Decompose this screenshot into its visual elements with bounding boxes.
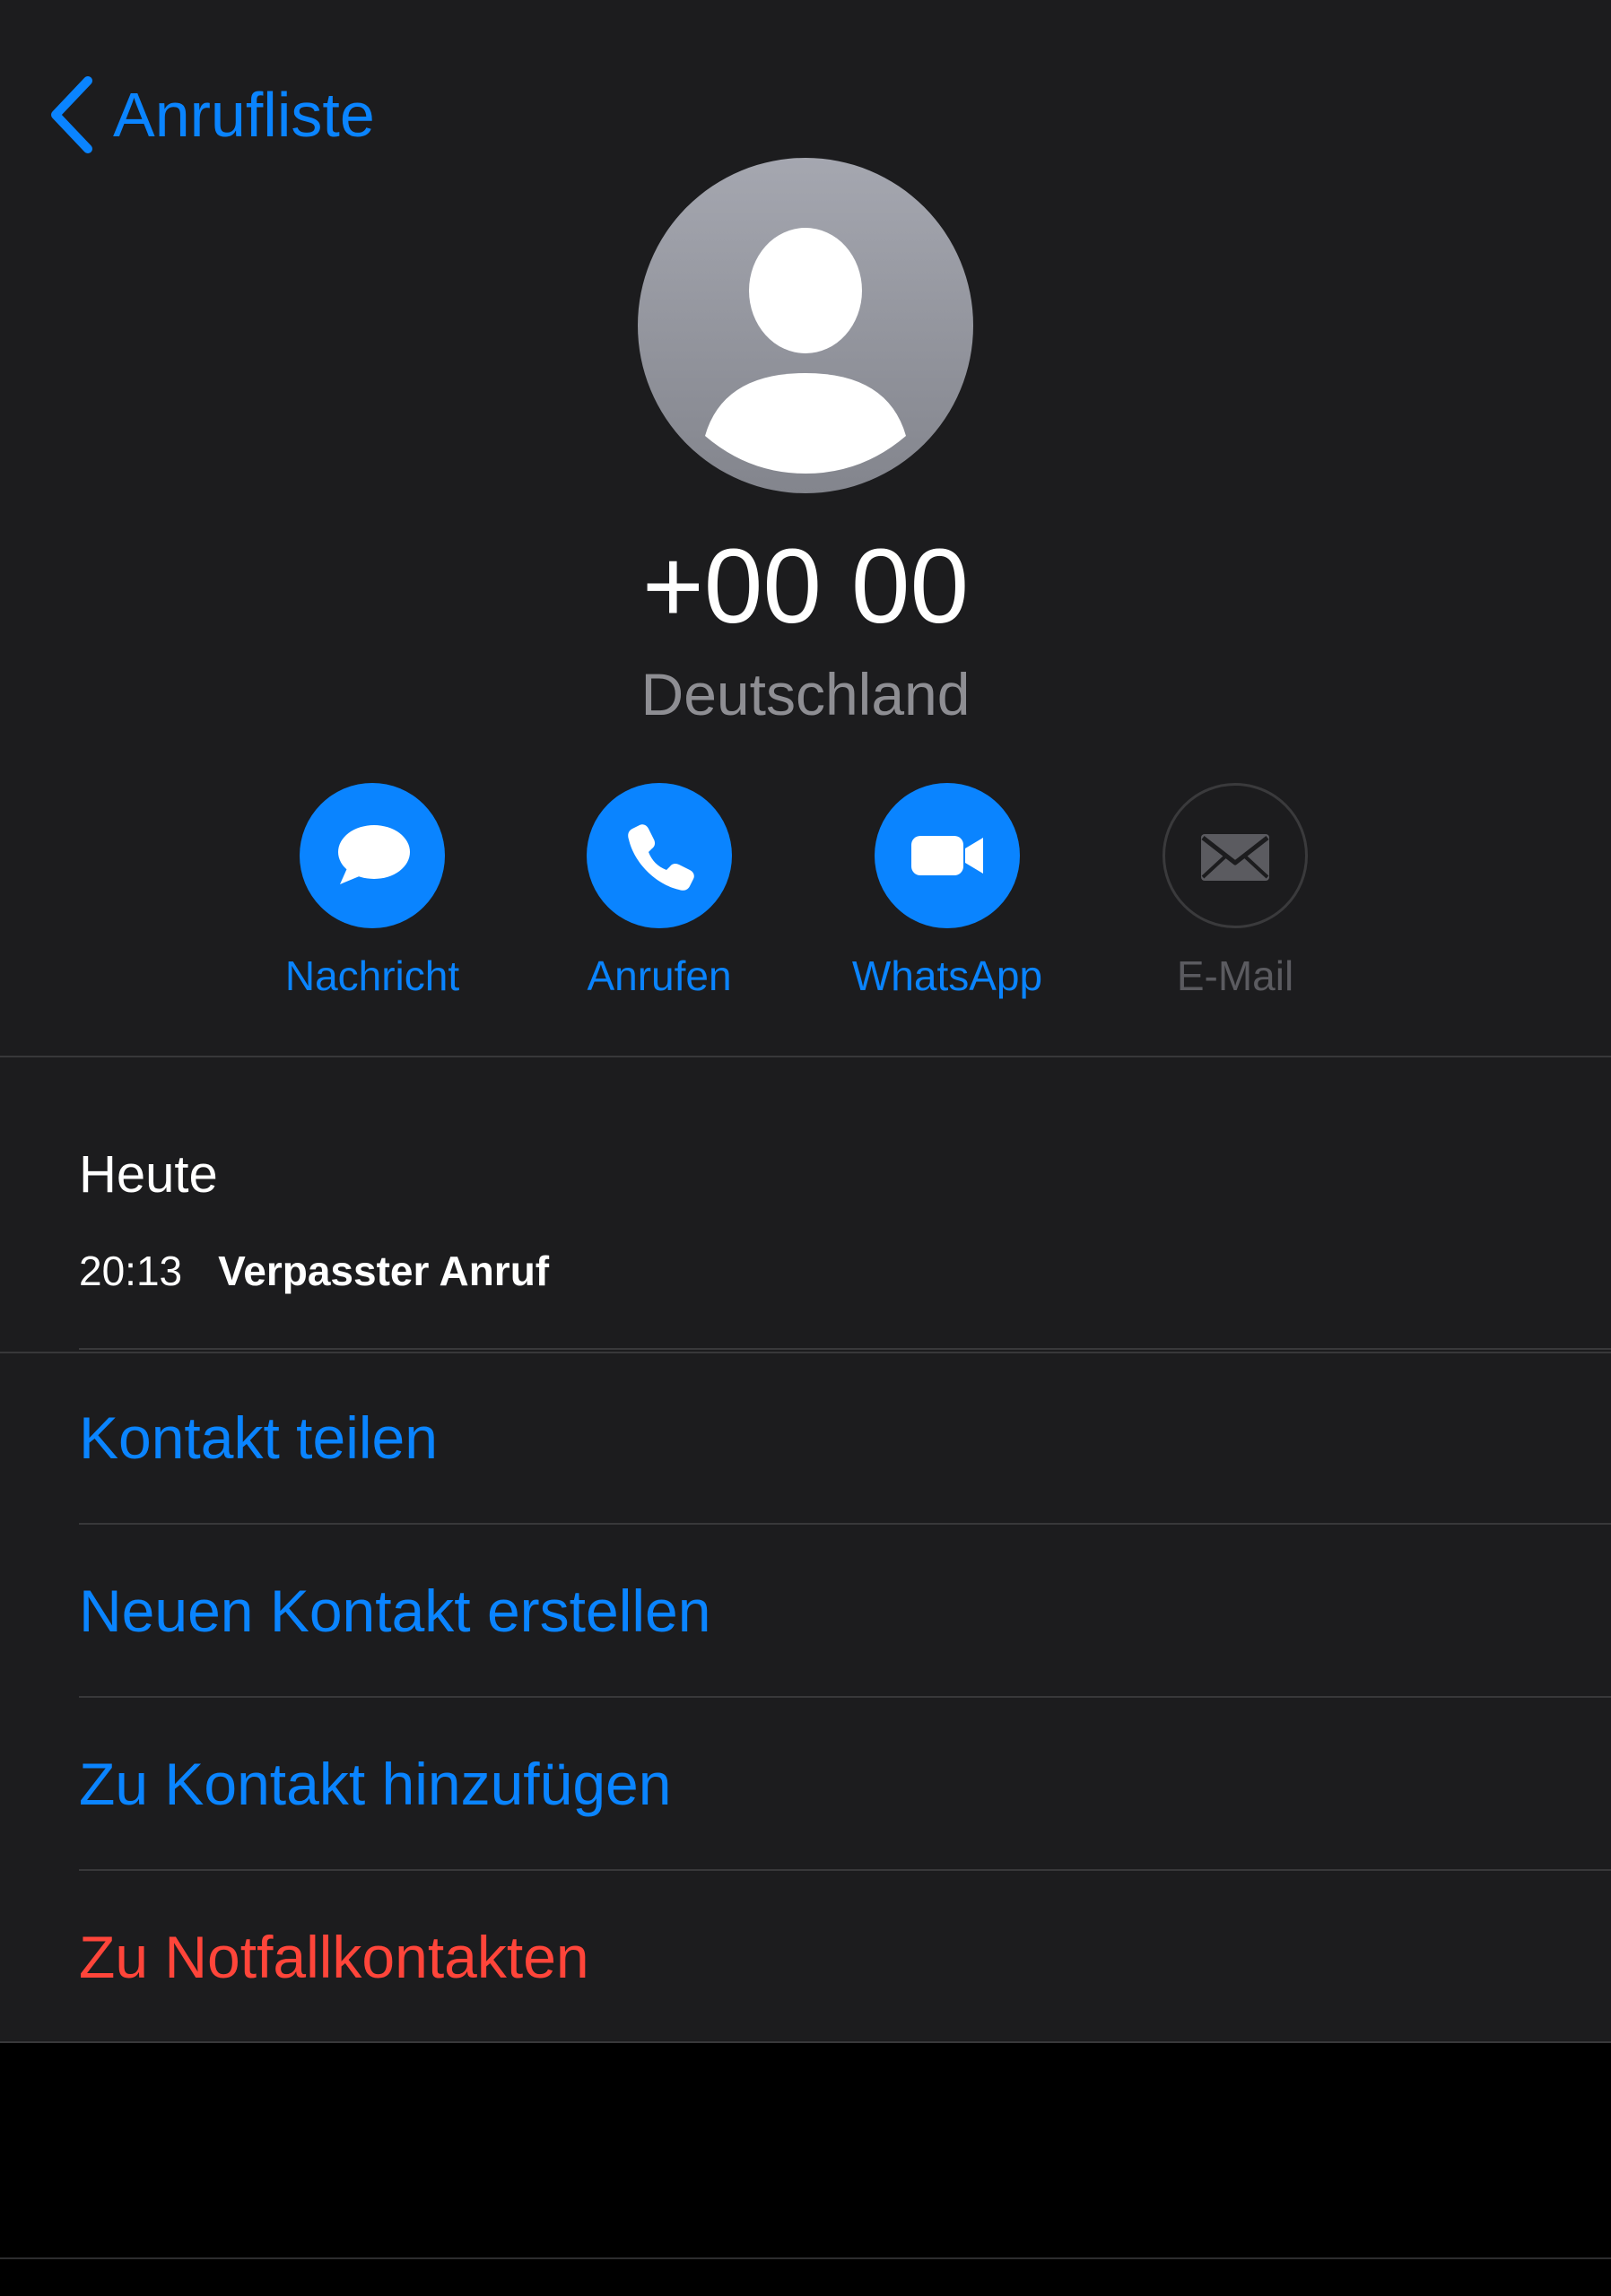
add-to-emergency-contacts-button[interactable]: Zu Notfallkontakten — [79, 1927, 589, 1987]
whatsapp-button[interactable] — [875, 783, 1020, 928]
divider — [79, 1869, 1611, 1871]
history-time: 20:13 — [79, 1248, 183, 1294]
add-to-contact-button[interactable]: Zu Kontakt hinzufügen — [79, 1754, 671, 1813]
message-button[interactable] — [300, 783, 445, 928]
history-call-type: Verpasster Anruf — [218, 1248, 550, 1294]
history-date-title: Heute — [79, 1145, 218, 1204]
back-button[interactable]: Anrufliste — [45, 70, 375, 160]
divider — [0, 1056, 1611, 1057]
email-action: E-Mail — [1119, 783, 1352, 1001]
divider — [79, 1348, 1611, 1350]
share-contact-button[interactable]: Kontakt teilen — [79, 1408, 438, 1467]
phone-icon — [628, 824, 694, 891]
avatar — [638, 158, 973, 493]
back-label: Anrufliste — [113, 80, 375, 150]
history-entry: 20:13 Verpasster Anruf — [79, 1247, 549, 1295]
email-label: E-Mail — [1176, 952, 1294, 999]
divider — [0, 2257, 1611, 2259]
message-label: Nachricht — [284, 952, 460, 999]
contact-number: +00 00 — [641, 527, 970, 646]
video-camera-icon — [911, 836, 983, 875]
divider — [79, 1523, 1611, 1525]
message-bubble-icon — [338, 825, 410, 884]
call-button[interactable] — [587, 783, 732, 928]
chevron-left-icon — [51, 76, 92, 153]
whatsapp-action[interactable]: WhatsApp — [831, 783, 1064, 1001]
message-action[interactable]: Nachricht — [256, 783, 489, 1001]
divider — [0, 2041, 1611, 2043]
email-button — [1163, 783, 1308, 928]
create-contact-button[interactable]: Neuen Kontakt erstellen — [79, 1581, 710, 1640]
divider — [0, 1352, 1611, 1353]
envelope-icon — [1201, 834, 1269, 881]
call-label: Anrufen — [587, 952, 732, 999]
contact-detail-panel: Anrufliste +00 00 Deutschland Nachricht — [0, 0, 1611, 2043]
whatsapp-label: WhatsApp — [851, 952, 1043, 999]
call-action[interactable]: Anrufen — [543, 783, 776, 1001]
contact-country: Deutschland — [640, 661, 971, 727]
screen: Anrufliste +00 00 Deutschland Nachricht — [0, 0, 1611, 2296]
person-silhouette-icon — [705, 228, 906, 474]
divider — [79, 1696, 1611, 1698]
